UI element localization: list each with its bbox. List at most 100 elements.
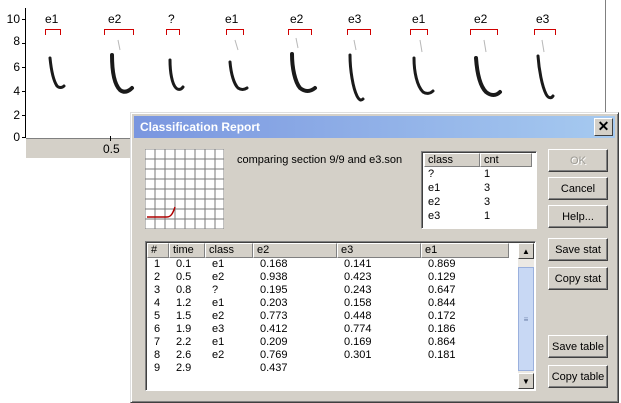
syllable-trace [412, 56, 435, 95]
row-e2: 0.195 [260, 284, 288, 296]
row-e2: 0.769 [260, 349, 288, 361]
syllable-trace [228, 60, 249, 91]
table-scrollbar[interactable]: ▲ ≡ ▼ [518, 243, 534, 389]
row-e1: 0.172 [428, 310, 456, 322]
mini-graph-svg [144, 148, 225, 230]
table-row[interactable]: 2 0.5 e2 0.938 0.423 0.129 [147, 271, 535, 284]
syllable-harmonic [541, 39, 545, 53]
list-item[interactable]: e2 3 [424, 195, 536, 209]
row-time: 1.2 [176, 297, 192, 309]
column-header-cnt[interactable]: cnt [480, 153, 532, 167]
syllable-harmonic [234, 39, 239, 51]
copy-table-button[interactable]: Copy table [548, 365, 608, 388]
row-class: e1 [212, 258, 225, 270]
row-e1: 0.129 [428, 271, 456, 283]
triangle-up-icon: ▲ [522, 246, 530, 256]
dialog-titlebar[interactable]: Classification Report ✕ [134, 116, 615, 138]
column-header-e2[interactable]: e2 [253, 243, 337, 258]
column-header-time[interactable]: time [169, 243, 205, 258]
table-row[interactable]: 8 2.6 e2 0.769 0.301 0.181 [147, 349, 535, 362]
row-time: 2.9 [176, 362, 192, 374]
x-tick-label: 0.5 [103, 142, 120, 156]
row-e3: 0.774 [344, 323, 372, 335]
scroll-up-button[interactable]: ▲ [518, 243, 534, 259]
row-e3: 0.169 [344, 336, 372, 348]
count-cell: 1 [484, 210, 491, 222]
close-button[interactable]: ✕ [594, 118, 613, 136]
row-number: 8 [154, 349, 161, 361]
table-row[interactable]: 1 0.1 e1 0.168 0.141 0.869 [147, 258, 535, 271]
table-row[interactable]: 6 1.9 e3 0.412 0.774 0.186 [147, 323, 535, 336]
column-header-class[interactable]: class [205, 243, 253, 258]
save-stat-button[interactable]: Save stat [548, 238, 608, 261]
syllable-trace [290, 52, 317, 93]
row-class: e1 [212, 297, 225, 309]
row-number: 4 [154, 297, 161, 309]
scroll-thumb[interactable]: ≡ [518, 267, 534, 371]
row-number: 7 [154, 336, 161, 348]
row-e1: 0.181 [428, 349, 456, 361]
column-header-e1[interactable]: e1 [421, 243, 509, 258]
scroll-down-button[interactable]: ▼ [518, 373, 534, 389]
row-e1: 0.186 [428, 323, 456, 335]
count-cell: 3 [484, 196, 491, 208]
list-item[interactable]: e1 3 [424, 181, 536, 195]
table-row[interactable]: 3 0.8 ? 0.195 0.243 0.647 [147, 284, 535, 297]
row-e2: 0.773 [260, 310, 288, 322]
row-e2: 0.168 [260, 258, 288, 270]
row-e1: 0.844 [428, 297, 456, 309]
table-row[interactable]: 5 1.5 e2 0.773 0.448 0.172 [147, 310, 535, 323]
row-time: 0.1 [176, 258, 192, 270]
syllable-harmonic [295, 37, 299, 49]
list-item[interactable]: e3 1 [424, 209, 536, 223]
row-class: e3 [212, 323, 225, 335]
table-row[interactable]: 7 2.2 e1 0.209 0.169 0.864 [147, 336, 535, 349]
syllable-trace [168, 58, 185, 91]
comparing-text: comparing section 9/9 and e3.son [237, 154, 403, 166]
grip-icon: ≡ [523, 314, 529, 324]
row-time: 1.9 [176, 323, 192, 335]
row-class: e2 [212, 310, 225, 322]
cancel-button[interactable]: Cancel [548, 177, 608, 200]
syllable-trace [474, 56, 502, 97]
row-e3: 0.448 [344, 310, 372, 322]
count-cell: 1 [484, 168, 491, 180]
syllable-trace [536, 54, 555, 100]
row-time: 0.8 [176, 284, 192, 296]
class-cell: e3 [428, 210, 441, 222]
copy-stat-button[interactable]: Copy stat [548, 267, 608, 290]
class-cell: ? [428, 168, 435, 180]
table-row[interactable]: 9 2.9 0.437 [147, 362, 535, 375]
class-cell: e2 [428, 196, 441, 208]
row-number: 1 [154, 258, 161, 270]
save-table-button[interactable]: Save table [548, 335, 608, 358]
column-header-number[interactable]: # [147, 243, 169, 258]
help-button[interactable]: Help... [548, 205, 608, 228]
class-cell: e1 [428, 182, 441, 194]
syllable-trace [48, 56, 66, 89]
syllable-harmonic [117, 39, 121, 51]
row-e1: 0.864 [428, 336, 456, 348]
list-item[interactable]: ? 1 [424, 167, 536, 181]
row-e3: 0.243 [344, 284, 372, 296]
class-list-header: class cnt [424, 153, 534, 167]
row-time: 2.2 [176, 336, 192, 348]
column-header-e3[interactable]: e3 [337, 243, 421, 258]
row-number: 3 [154, 284, 161, 296]
ok-button[interactable]: OK [548, 149, 608, 172]
column-header-class[interactable]: class [424, 153, 480, 167]
row-number: 2 [154, 271, 161, 283]
class-count-list[interactable]: class cnt ? 1 e1 3 e2 3 e3 1 [421, 151, 537, 229]
row-time: 1.5 [176, 310, 192, 322]
row-e3: 0.141 [344, 258, 372, 270]
row-e1: 0.647 [428, 284, 456, 296]
syllable-harmonic [353, 39, 357, 51]
results-table[interactable]: # time class e2 e3 e1 1 0.1 e1 0.168 0.1… [145, 241, 536, 391]
results-table-header: # time class e2 e3 e1 [147, 243, 535, 258]
table-row[interactable]: 4 1.2 e1 0.203 0.158 0.844 [147, 297, 535, 310]
row-time: 2.6 [176, 349, 192, 361]
row-e3: 0.158 [344, 297, 372, 309]
row-e1 [421, 362, 509, 375]
row-e2: 0.412 [260, 323, 288, 335]
row-number: 6 [154, 323, 161, 335]
